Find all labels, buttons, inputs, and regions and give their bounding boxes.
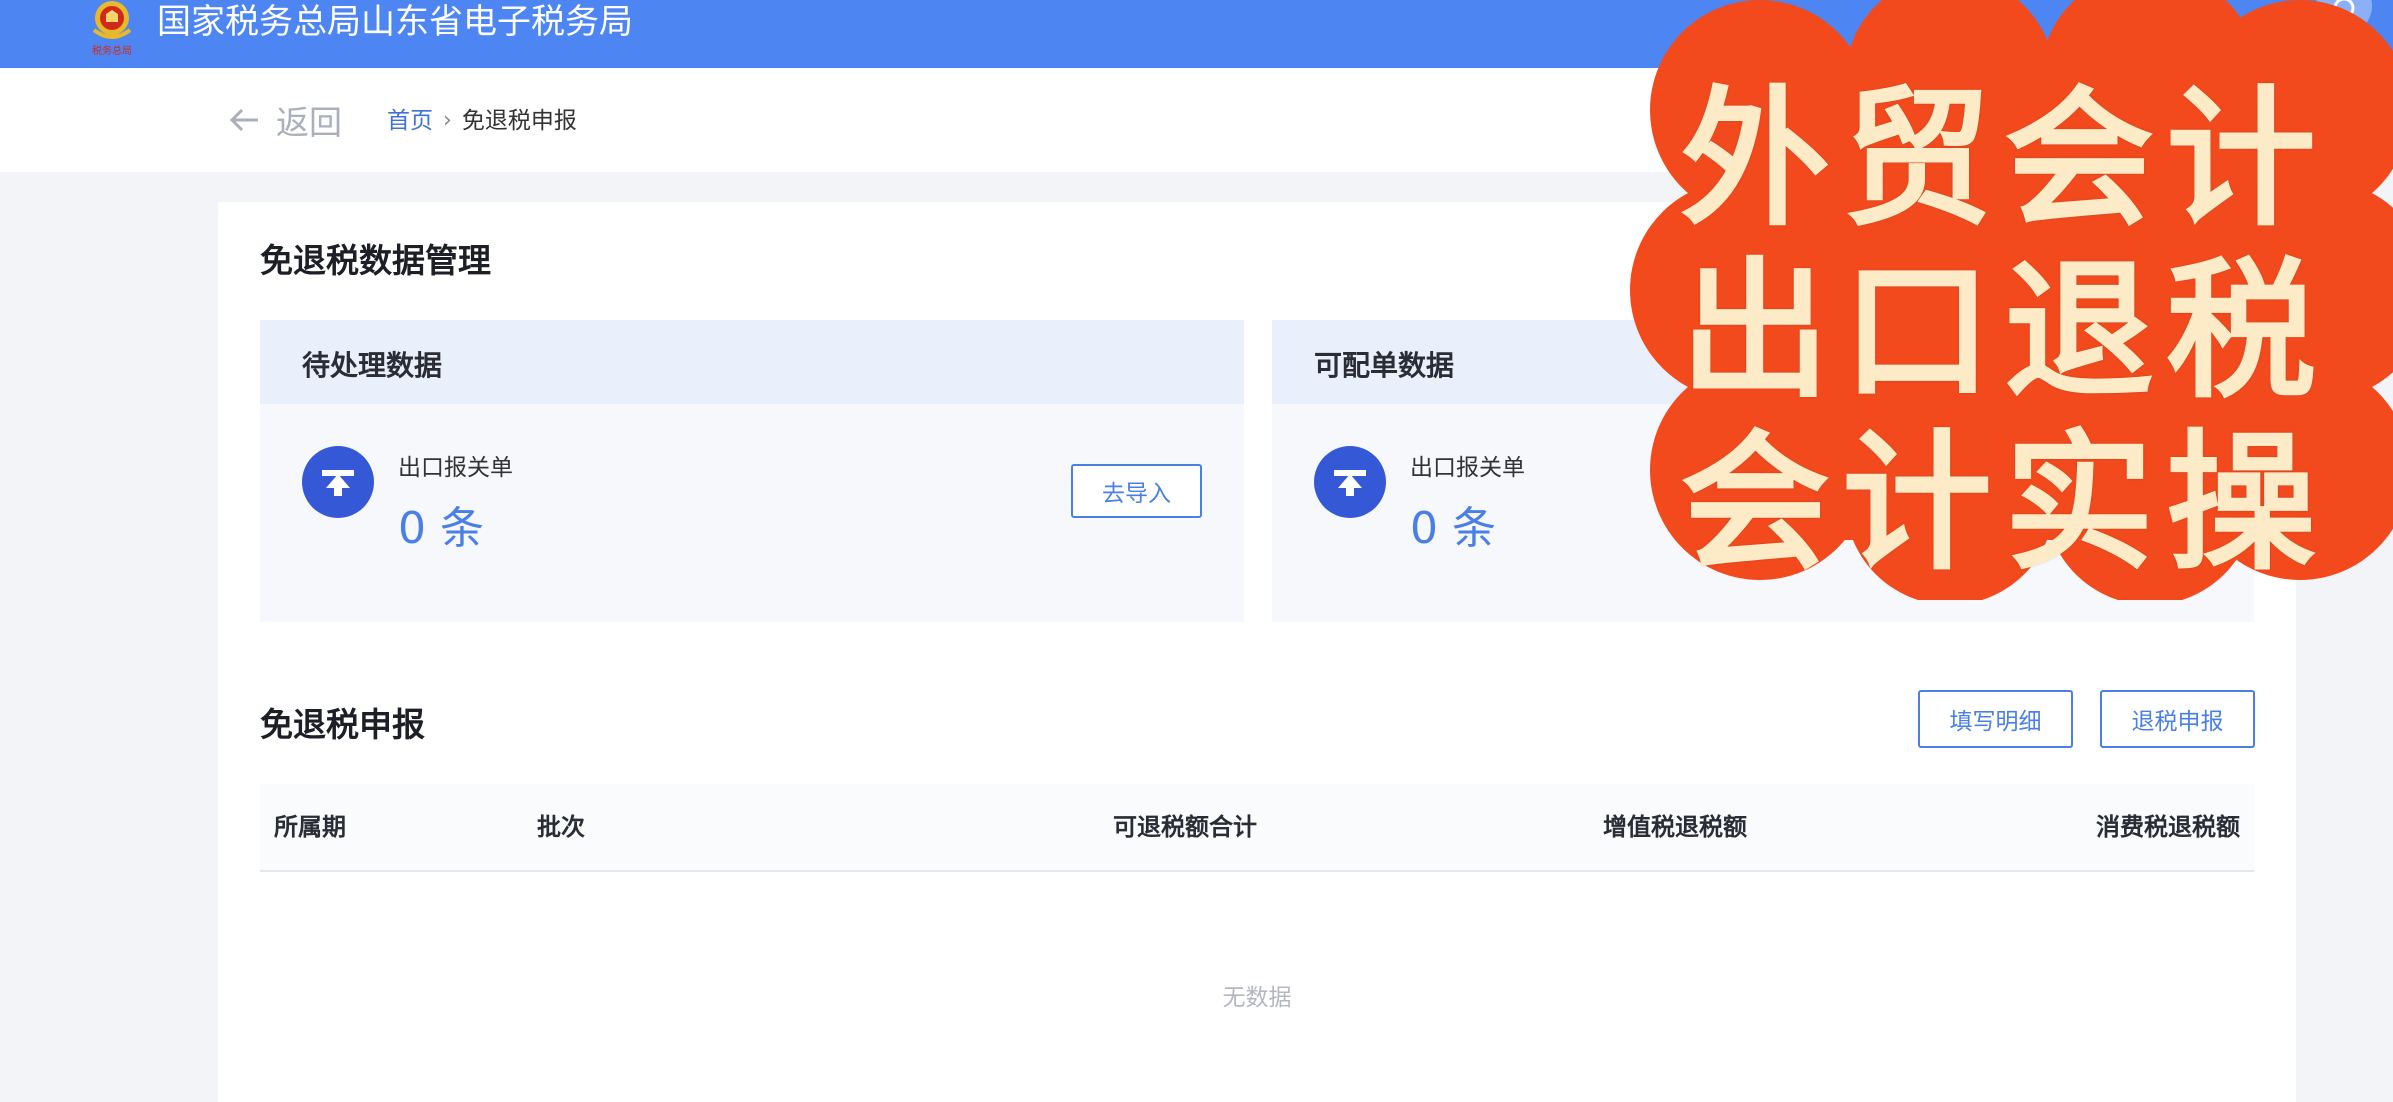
panel-title: 可配单数据 [1314, 349, 1455, 382]
stat-label: 出口报关单 [1410, 455, 1525, 481]
breadcrumb: 首页 › 免退税申报 [387, 104, 577, 138]
refund-declare-button[interactable]: 退税申报 [2100, 690, 2255, 748]
emblem-caption: 税务总局 [92, 46, 132, 57]
stat-label: 出口报关单 [398, 455, 513, 481]
promo-line-3: 会计实操 [1680, 415, 2329, 591]
column-header: 所属期 [274, 813, 346, 841]
stat-count: 0 条 [1410, 503, 1496, 554]
back-label: 返回 [276, 103, 342, 142]
fill-detail-button[interactable]: 填写明细 [1918, 690, 2073, 748]
stat-count: 0 条 [398, 503, 484, 554]
go-import-button[interactable]: 去导入 [1071, 464, 1202, 518]
table-header: 所属期 批次 可退税额合计 增值税退税额 消费税退税额 [260, 784, 2254, 872]
panel-title: 待处理数据 [302, 349, 443, 382]
data-management-title: 免退税数据管理 [260, 241, 491, 280]
panel-header: 待处理数据 [260, 320, 1244, 404]
declaration-title: 免退税申报 [260, 705, 425, 744]
promo-overlay: 外贸会计 出口退税 会计实操 [1620, 0, 2393, 600]
breadcrumb-current: 免退税申报 [461, 108, 577, 134]
column-header: 消费税退税额 [2096, 813, 2240, 841]
column-header: 增值税退税额 [1603, 813, 1747, 841]
arrow-left-icon [229, 108, 258, 132]
site-title: 国家税务总局山东省电子税务局 [157, 2, 633, 42]
breadcrumb-home-link[interactable]: 首页 [387, 104, 433, 138]
breadcrumb-separator-icon: › [443, 108, 452, 133]
empty-state-text: 无数据 [1222, 985, 1292, 1011]
pending-data-panel: 待处理数据 出口报关单 0 条 去导入 [260, 320, 1244, 622]
customs-declaration-icon [302, 446, 374, 518]
column-header: 可退税额合计 [1113, 813, 1257, 841]
customs-declaration-icon [1314, 446, 1386, 518]
column-header: 批次 [537, 813, 585, 841]
back-button[interactable]: 返回 [228, 98, 342, 142]
